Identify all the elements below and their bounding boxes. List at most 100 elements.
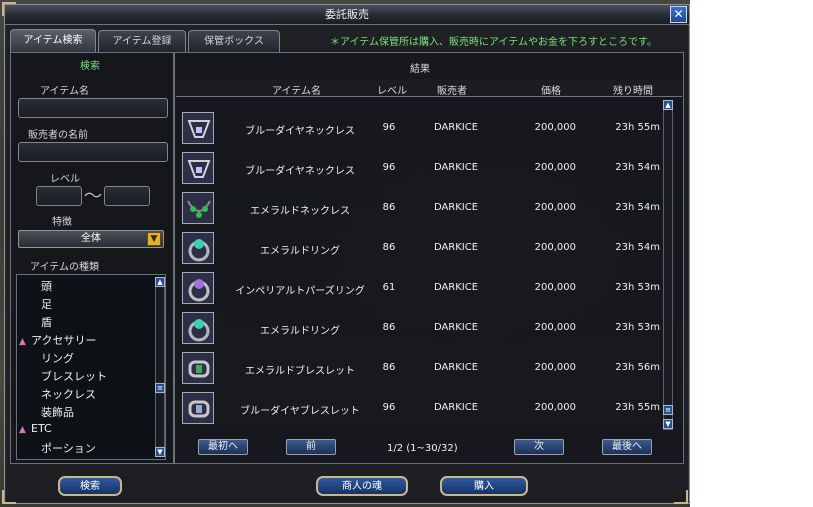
item-price: 200,000	[534, 402, 576, 413]
column-header-price: 価格	[541, 86, 561, 97]
list-item[interactable]: 足	[41, 296, 52, 312]
list-category[interactable]: ▲ ETC	[19, 422, 52, 435]
results-scrollbar[interactable]	[663, 100, 673, 430]
merchant-soul-button[interactable]: 商人の魂	[316, 476, 408, 496]
item-time-left: 23h 53m	[615, 282, 660, 293]
item-price: 200,000	[534, 322, 576, 333]
item-time-left: 23h 55m	[615, 122, 660, 133]
table-row[interactable]: エメラルドブレスレット 86 DARKICE 200,000 23h 56m	[180, 349, 660, 387]
item-name-label: アイテム名	[40, 86, 89, 97]
item-name: インペリアルトパーズリング	[235, 286, 365, 297]
level-min-input[interactable]	[36, 186, 82, 206]
table-row[interactable]: ブルーダイヤネックレス 96 DARKICE 200,000 23h 54m	[180, 149, 660, 187]
scroll-thumb[interactable]: ≡	[663, 405, 673, 415]
list-item-label: ポーション	[41, 442, 96, 455]
item-type-label: アイテムの種類	[30, 262, 99, 273]
item-level: 96	[382, 162, 396, 173]
emerald-ring-icon	[182, 232, 214, 264]
seller-name-label: 販売者の名前	[28, 130, 88, 141]
item-price: 200,000	[534, 242, 576, 253]
level-label: レベル	[50, 174, 80, 185]
level-range-tilde-icon	[84, 192, 102, 198]
list-item[interactable]: ポーション	[41, 440, 96, 456]
item-price: 200,000	[534, 202, 576, 213]
item-price: 200,000	[534, 362, 576, 373]
corner-ornament-bottom-left	[2, 490, 16, 504]
tab-label: アイテム検索	[23, 35, 83, 46]
list-item-label: ETC	[31, 422, 52, 435]
window-titlebar[interactable]: 委託販売	[5, 5, 689, 25]
search-panel-header: 検索	[80, 61, 100, 72]
scroll-thumb[interactable]: ≡	[155, 383, 165, 393]
scroll-up-icon[interactable]: ▲	[155, 277, 165, 287]
level-max-input[interactable]	[104, 186, 150, 206]
item-seller: DARKICE	[433, 122, 479, 133]
column-header-seller: 販売者	[437, 86, 467, 97]
item-level: 61	[382, 282, 396, 293]
item-name: エメラルドネックレス	[250, 206, 350, 217]
blue-diamond-necklace-icon	[182, 112, 214, 144]
list-item[interactable]: ブレスレット	[41, 368, 107, 384]
category-expand-icon[interactable]: ▲	[19, 425, 29, 435]
results-header: 結果	[410, 64, 430, 75]
type-list-scrollbar[interactable]	[155, 277, 165, 457]
item-level: 86	[382, 202, 396, 213]
tab-item-register[interactable]: アイテム登録	[98, 30, 186, 52]
seller-name-input[interactable]	[18, 142, 168, 162]
tab-storage-box[interactable]: 保管ボックス	[188, 30, 280, 52]
next-page-button[interactable]: 次	[514, 439, 564, 455]
special-select-value: 全体	[81, 233, 101, 244]
tab-label: 保管ボックス	[204, 36, 264, 47]
scroll-up-icon[interactable]: ▲	[663, 100, 673, 110]
emerald-ring-icon	[182, 312, 214, 344]
item-level: 86	[382, 362, 396, 373]
table-row[interactable]: インペリアルトパーズリング 61 DARKICE 200,000 23h 53m	[180, 269, 660, 307]
corner-ornament-bottom-right	[674, 490, 688, 504]
list-item[interactable]: 装飾品	[41, 404, 74, 420]
table-row[interactable]: エメラルドリング 86 DARKICE 200,000 23h 54m	[180, 229, 660, 267]
list-item-label: 装飾品	[41, 406, 74, 419]
dropdown-arrow-icon[interactable]: ▼	[147, 232, 161, 246]
tab-item-search[interactable]: アイテム検索	[10, 29, 96, 53]
last-page-button[interactable]: 最後へ	[602, 439, 652, 455]
search-button[interactable]: 検索	[58, 476, 122, 496]
scroll-down-icon[interactable]: ▼	[155, 447, 165, 457]
tab-label: アイテム登録	[112, 36, 172, 47]
close-icon[interactable]: ✕	[670, 6, 687, 23]
list-item-label: 盾	[41, 316, 52, 329]
first-page-button[interactable]: 最初へ	[198, 439, 248, 455]
list-item[interactable]: リング	[41, 350, 74, 366]
storage-notice: ＊アイテム保管所は購入、販売時にアイテムやお金を下ろすところです。	[330, 37, 657, 48]
list-item[interactable]: 頭	[41, 278, 52, 294]
item-level: 86	[382, 322, 396, 333]
prev-page-button[interactable]: 前	[286, 439, 336, 455]
item-seller: DARKICE	[433, 362, 479, 373]
scroll-down-icon[interactable]: ▼	[663, 419, 673, 429]
column-header-level: レベル	[377, 86, 407, 97]
category-expand-icon[interactable]: ▲	[19, 337, 29, 347]
item-type-list[interactable]: 頭 足 盾 ▲ アクセサリー リング ブレスレット ネックレス 装飾品 ▲ ETC …	[16, 274, 166, 460]
item-price: 200,000	[534, 162, 576, 173]
list-category[interactable]: ▲ アクセサリー	[19, 332, 96, 348]
window-title: 委託販売	[325, 8, 369, 21]
special-label: 特徴	[52, 217, 72, 228]
table-row[interactable]: エメラルドリング 86 DARKICE 200,000 23h 53m	[180, 309, 660, 347]
corner-ornament-top-left	[2, 2, 16, 16]
item-name-input[interactable]	[18, 98, 168, 118]
blue-diamond-bracelet-icon	[182, 392, 214, 424]
item-seller: DARKICE	[433, 322, 479, 333]
item-level: 86	[382, 242, 396, 253]
list-item[interactable]: ネックレス	[41, 386, 96, 402]
table-row[interactable]: ブルーダイヤブレスレット 96 DARKICE 200,000 23h 55m	[180, 389, 660, 427]
column-header-time: 残り時間	[613, 86, 653, 97]
buy-button[interactable]: 購入	[440, 476, 528, 496]
special-select[interactable]: 全体 ▼	[18, 230, 164, 248]
table-row[interactable]: エメラルドネックレス 86 DARKICE 200,000 23h 54m	[180, 189, 660, 227]
results-table-header	[176, 79, 682, 97]
item-name: エメラルドリング	[260, 326, 340, 337]
table-row[interactable]: ブルーダイヤネックレス 96 DARKICE 200,000 23h 55m	[180, 109, 660, 147]
item-seller: DARKICE	[433, 402, 479, 413]
item-seller: DARKICE	[433, 242, 479, 253]
item-price: 200,000	[534, 282, 576, 293]
list-item[interactable]: 盾	[41, 314, 52, 330]
